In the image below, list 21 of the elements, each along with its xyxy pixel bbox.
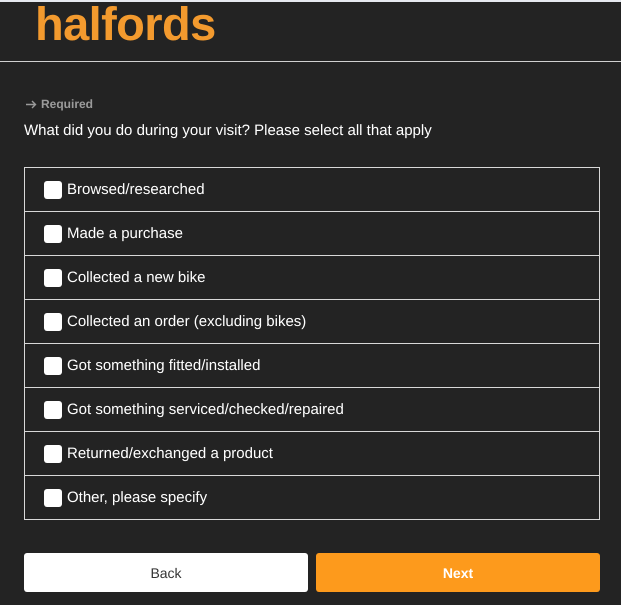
option-row[interactable]: Got something serviced/checked/repaired	[25, 387, 599, 431]
option-row[interactable]: Returned/exchanged a product	[25, 431, 599, 475]
logo: halfords	[35, 0, 216, 48]
question-text: What did you do during your visit? Please select all that apply	[24, 122, 433, 140]
option-row[interactable]: Other, please specify	[25, 475, 599, 519]
checkbox[interactable]	[44, 268, 62, 286]
checkbox[interactable]	[44, 444, 62, 462]
back-button[interactable]: Back	[24, 553, 308, 592]
option-row[interactable]: Got something fitted/installed	[25, 343, 599, 387]
option-row[interactable]: Browsed/researched	[25, 168, 599, 211]
option-row[interactable]: Collected an order (excluding bikes)	[25, 299, 599, 343]
option-row[interactable]: Collected a new bike	[25, 255, 599, 299]
checkbox[interactable]	[44, 356, 62, 374]
arrow-icon	[26, 100, 37, 108]
checkbox[interactable]	[44, 312, 62, 330]
checkbox[interactable]	[44, 180, 62, 198]
checkbox[interactable]	[44, 400, 62, 418]
checkbox[interactable]	[44, 224, 62, 242]
checkbox[interactable]	[44, 488, 62, 506]
required-label: Required	[41, 97, 94, 111]
option-row[interactable]: Made a purchase	[25, 211, 599, 255]
